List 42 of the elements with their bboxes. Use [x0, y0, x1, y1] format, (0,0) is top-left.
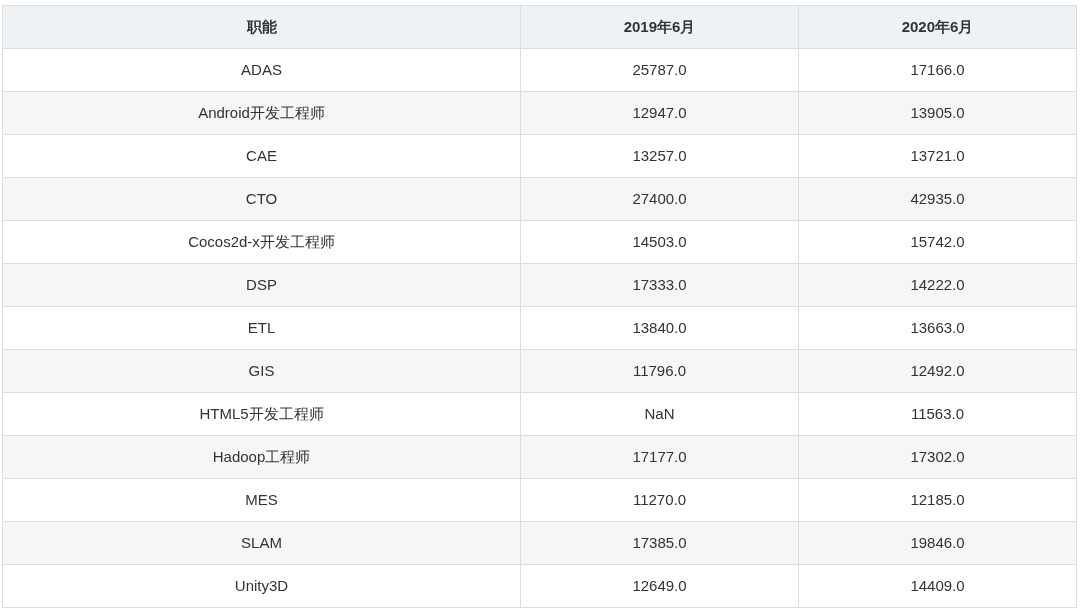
table-cell: 17385.0 — [520, 521, 799, 565]
table-cell: 14409.0 — [798, 564, 1077, 608]
table-cell: ETL — [2, 306, 521, 350]
table-cell: 13721.0 — [798, 134, 1077, 178]
table-cell: HTML5开发工程师 — [2, 392, 521, 436]
table-cell: 11563.0 — [798, 392, 1077, 436]
table-cell: MES — [2, 478, 521, 522]
table-cell: 14503.0 — [520, 220, 799, 264]
table-cell: Cocos2d-x开发工程师 — [2, 220, 521, 264]
table-cell: CTO — [2, 177, 521, 221]
table-cell: 17333.0 — [520, 263, 799, 307]
table-cell: 12185.0 — [798, 478, 1077, 522]
table-cell: GIS — [2, 349, 521, 393]
table-cell: NaN — [520, 392, 799, 436]
table-cell: 42935.0 — [798, 177, 1077, 221]
table-cell: 13905.0 — [798, 91, 1077, 135]
column-header: 职能 — [2, 5, 521, 49]
table-cell: 11796.0 — [520, 349, 799, 393]
table-cell: 12947.0 — [520, 91, 799, 135]
table-cell: 17302.0 — [798, 435, 1077, 479]
table-cell: SLAM — [2, 521, 521, 565]
column-header: 2019年6月 — [520, 5, 799, 49]
table-cell: 14222.0 — [798, 263, 1077, 307]
table-cell: DSP — [2, 263, 521, 307]
table-cell: CAE — [2, 134, 521, 178]
column-header: 2020年6月 — [798, 5, 1077, 49]
table-cell: Android开发工程师 — [2, 91, 521, 135]
table-cell: 12492.0 — [798, 349, 1077, 393]
table-cell: 11270.0 — [520, 478, 799, 522]
table-cell: Hadoop工程师 — [2, 435, 521, 479]
table-cell: 17177.0 — [520, 435, 799, 479]
table-cell: ADAS — [2, 48, 521, 92]
table-cell: Unity3D — [2, 564, 521, 608]
table-cell: 12649.0 — [520, 564, 799, 608]
table-cell: 15742.0 — [798, 220, 1077, 264]
table-cell: 17166.0 — [798, 48, 1077, 92]
table-cell: 27400.0 — [520, 177, 799, 221]
table-cell: 19846.0 — [798, 521, 1077, 565]
table-cell: 25787.0 — [520, 48, 799, 92]
table-cell: 13663.0 — [798, 306, 1077, 350]
table-cell: 13840.0 — [520, 306, 799, 350]
table-cell: 13257.0 — [520, 134, 799, 178]
